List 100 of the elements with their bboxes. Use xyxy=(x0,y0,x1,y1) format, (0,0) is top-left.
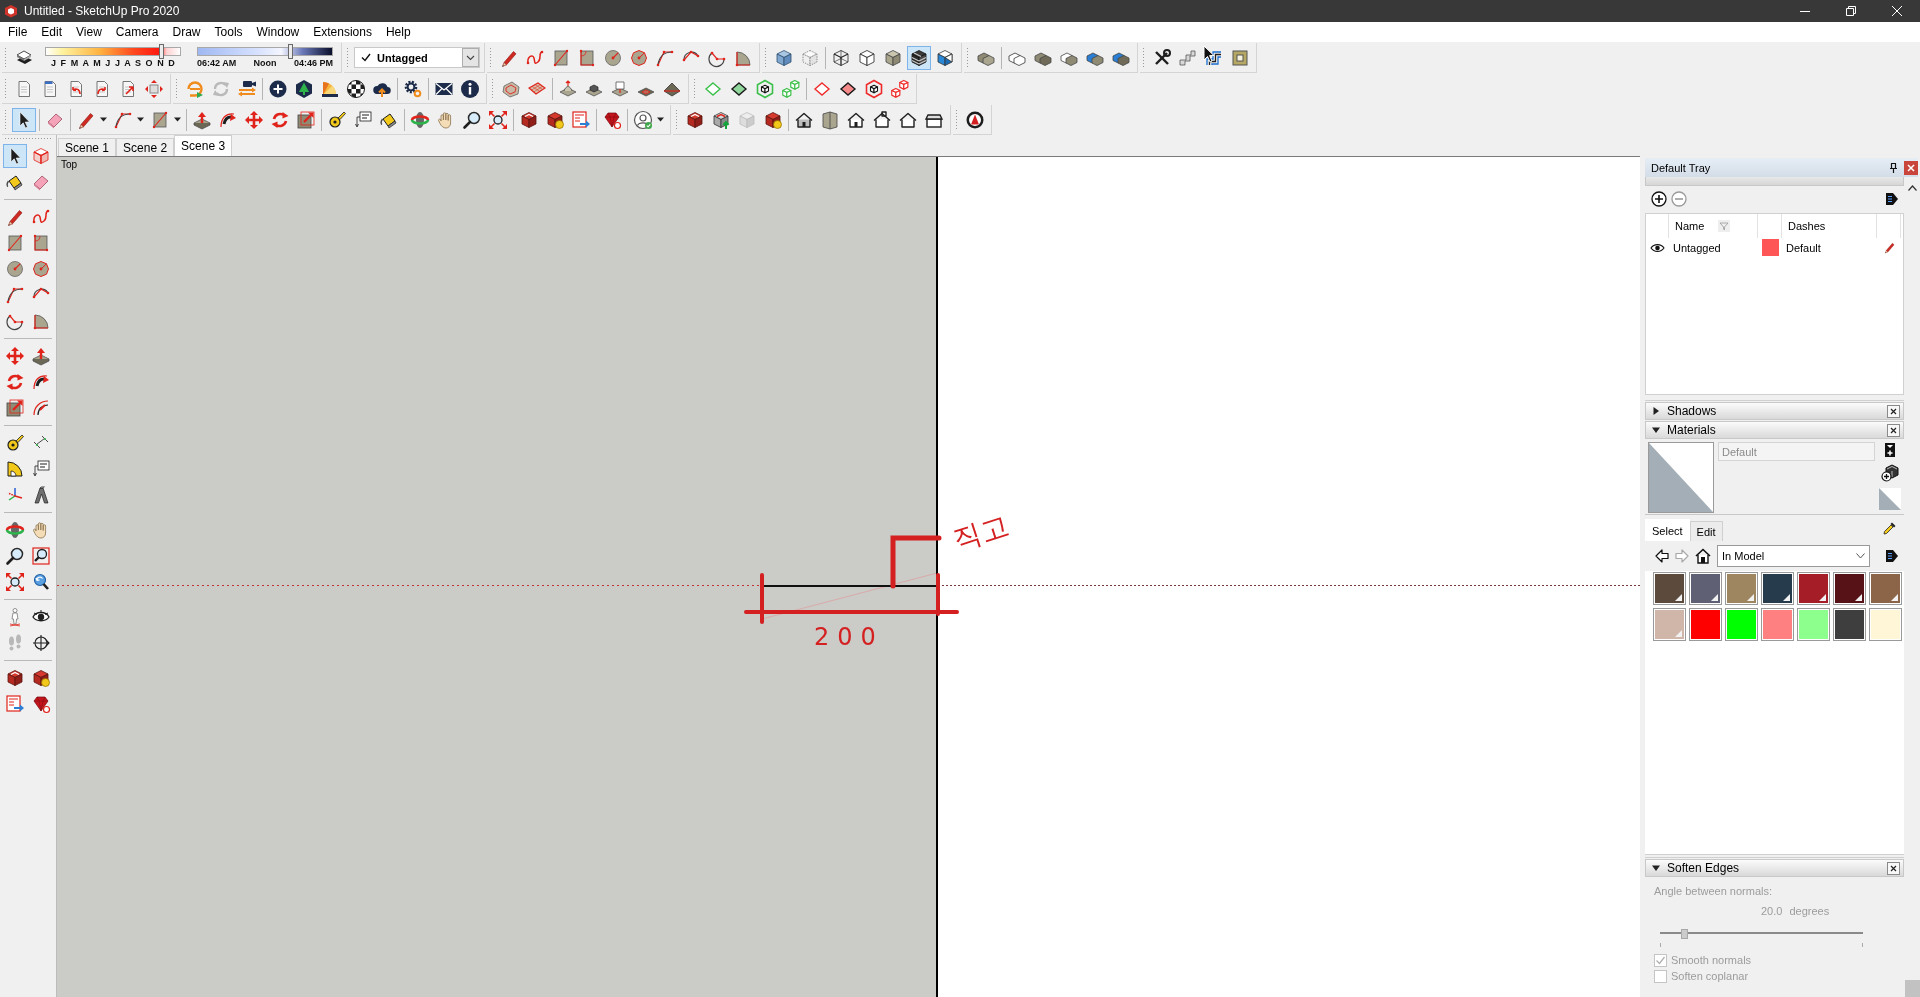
mouse-pointer-icon xyxy=(1203,45,1215,63)
handwritten-note: 직고 xyxy=(950,511,1012,555)
window-title: Untitled - SketchUp Pro 2020 xyxy=(24,4,180,18)
tag-color-swatch[interactable] xyxy=(1761,239,1779,256)
toolbar-grip[interactable] xyxy=(966,46,969,69)
menu-item[interactable]: Tools xyxy=(207,25,250,39)
scrollbar-thumb[interactable] xyxy=(1904,980,1920,997)
eye-icon[interactable] xyxy=(1650,242,1665,253)
angle-unit: degrees xyxy=(1789,905,1830,917)
panel-header[interactable]: Shadows xyxy=(1645,402,1904,420)
menu-item[interactable]: Draw xyxy=(165,25,208,39)
material-swatch[interactable] xyxy=(1869,572,1902,605)
column-header[interactable]: Name xyxy=(1675,220,1705,232)
menu-item[interactable]: View xyxy=(69,25,109,39)
material-swatch[interactable] xyxy=(1689,572,1722,605)
menu-item[interactable]: File xyxy=(1,25,35,39)
arrow-pointer-icon[interactable] xyxy=(3,144,27,168)
slider-thumb[interactable] xyxy=(159,44,165,59)
right-triangle-icon[interactable] xyxy=(1652,407,1660,415)
tag-dropdown[interactable]: Untagged xyxy=(354,47,480,68)
back-arrow-icon[interactable] xyxy=(1655,549,1669,563)
home-icon[interactable] xyxy=(1695,548,1711,564)
menu-item[interactable]: Extensions xyxy=(306,25,379,39)
panel-header[interactable]: Materials xyxy=(1645,421,1904,439)
toolbar-grip[interactable] xyxy=(346,46,349,69)
date-slider-track[interactable] xyxy=(45,47,181,56)
angle-label: Angle between normals: xyxy=(1654,885,1773,897)
toolbar-grip[interactable] xyxy=(489,46,492,69)
menu-item[interactable]: Window xyxy=(249,25,307,39)
toolbar-grip[interactable] xyxy=(675,108,678,131)
close-icon[interactable] xyxy=(1887,404,1900,418)
scene-tab[interactable]: Scene 3 xyxy=(174,135,233,156)
material-swatch[interactable] xyxy=(1761,572,1794,605)
toolbar-grip[interactable] xyxy=(491,77,494,100)
arrow-pointer-icon[interactable] xyxy=(12,107,36,132)
panel-tab[interactable]: Select xyxy=(1645,519,1690,541)
material-swatch[interactable] xyxy=(1833,572,1866,605)
time-slider-track[interactable] xyxy=(197,47,333,56)
scale-icon[interactable] xyxy=(3,396,27,420)
collection-dropdown[interactable]: In Model xyxy=(1717,545,1870,567)
close-icon[interactable] xyxy=(1887,861,1900,875)
angle-value: 20.0 xyxy=(1761,905,1783,917)
toolbar-grip[interactable] xyxy=(175,77,178,100)
material-swatch[interactable] xyxy=(1725,572,1758,605)
scene-tab[interactable]: Scene 2 xyxy=(116,138,175,156)
create-material-icon[interactable] xyxy=(1884,442,1896,458)
material-swatch[interactable] xyxy=(1869,608,1902,641)
material-swatch[interactable] xyxy=(1797,608,1830,641)
details-arrow-icon[interactable] xyxy=(1884,190,1900,207)
restore-icon[interactable] xyxy=(1846,6,1856,16)
pin-icon[interactable] xyxy=(1889,162,1898,173)
material-swatch[interactable] xyxy=(1653,608,1686,641)
dimension-note: 200 xyxy=(814,625,884,649)
toolbar-grip[interactable] xyxy=(4,108,7,131)
down-triangle-icon[interactable] xyxy=(1652,426,1660,434)
material-thumbnail xyxy=(1879,488,1901,510)
toolbar-grip[interactable] xyxy=(693,77,696,100)
add-circle-icon[interactable] xyxy=(1651,190,1667,207)
material-swatch[interactable] xyxy=(1689,608,1722,641)
time-label: 06:42 AM xyxy=(197,58,237,68)
tray-title: Default Tray xyxy=(1651,161,1711,174)
pencil-icon[interactable] xyxy=(1882,241,1896,254)
toolbar-grip[interactable] xyxy=(1142,46,1145,69)
material-swatch[interactable] xyxy=(1653,572,1686,605)
caret-icon[interactable] xyxy=(174,117,181,122)
caret-icon[interactable] xyxy=(137,117,144,122)
material-swatch[interactable] xyxy=(1761,608,1794,641)
panel-tab[interactable]: Edit xyxy=(1689,521,1723,541)
cube-plus-icon[interactable] xyxy=(1881,464,1899,482)
zoom-window-icon[interactable] xyxy=(29,544,53,568)
chevron-down-icon[interactable] xyxy=(1856,553,1865,559)
slider-thumb[interactable] xyxy=(288,44,294,59)
menu-item[interactable]: Camera xyxy=(108,25,166,39)
details-arrow-icon[interactable] xyxy=(1884,548,1900,564)
view-name: Top xyxy=(61,159,78,170)
toolbar-grip[interactable] xyxy=(4,137,52,141)
menu-item[interactable]: Edit xyxy=(34,25,70,39)
material-swatch[interactable] xyxy=(1725,608,1758,641)
material-preview xyxy=(1648,442,1714,513)
scene-tab[interactable]: Scene 1 xyxy=(58,138,117,156)
close-icon[interactable] xyxy=(1887,423,1900,437)
toolbar-grip[interactable] xyxy=(955,108,958,131)
toolbar-grip[interactable] xyxy=(4,77,7,100)
magnifier-arrows-icon[interactable] xyxy=(3,570,27,594)
menu-item[interactable]: Help xyxy=(378,25,418,39)
column-header[interactable]: Dashes xyxy=(1788,220,1826,232)
toolbar-grip[interactable] xyxy=(764,46,767,69)
eyedropper-icon[interactable] xyxy=(1882,520,1898,536)
caret-icon[interactable] xyxy=(100,117,107,122)
caret-icon[interactable] xyxy=(657,117,664,122)
material-swatch[interactable] xyxy=(1833,608,1866,641)
toolbar-grip[interactable] xyxy=(4,46,7,69)
time-label: 04:46 PM xyxy=(293,58,333,68)
time-label: Noon xyxy=(253,58,277,68)
tag-dashes[interactable]: Default xyxy=(1782,241,1877,254)
panel-title: Soften Edges xyxy=(1667,861,1740,875)
material-swatch[interactable] xyxy=(1797,572,1830,605)
striped-cube-icon[interactable] xyxy=(907,45,931,70)
tag-name[interactable]: Untagged xyxy=(1669,241,1758,254)
chevron-up-icon[interactable] xyxy=(1907,185,1917,191)
